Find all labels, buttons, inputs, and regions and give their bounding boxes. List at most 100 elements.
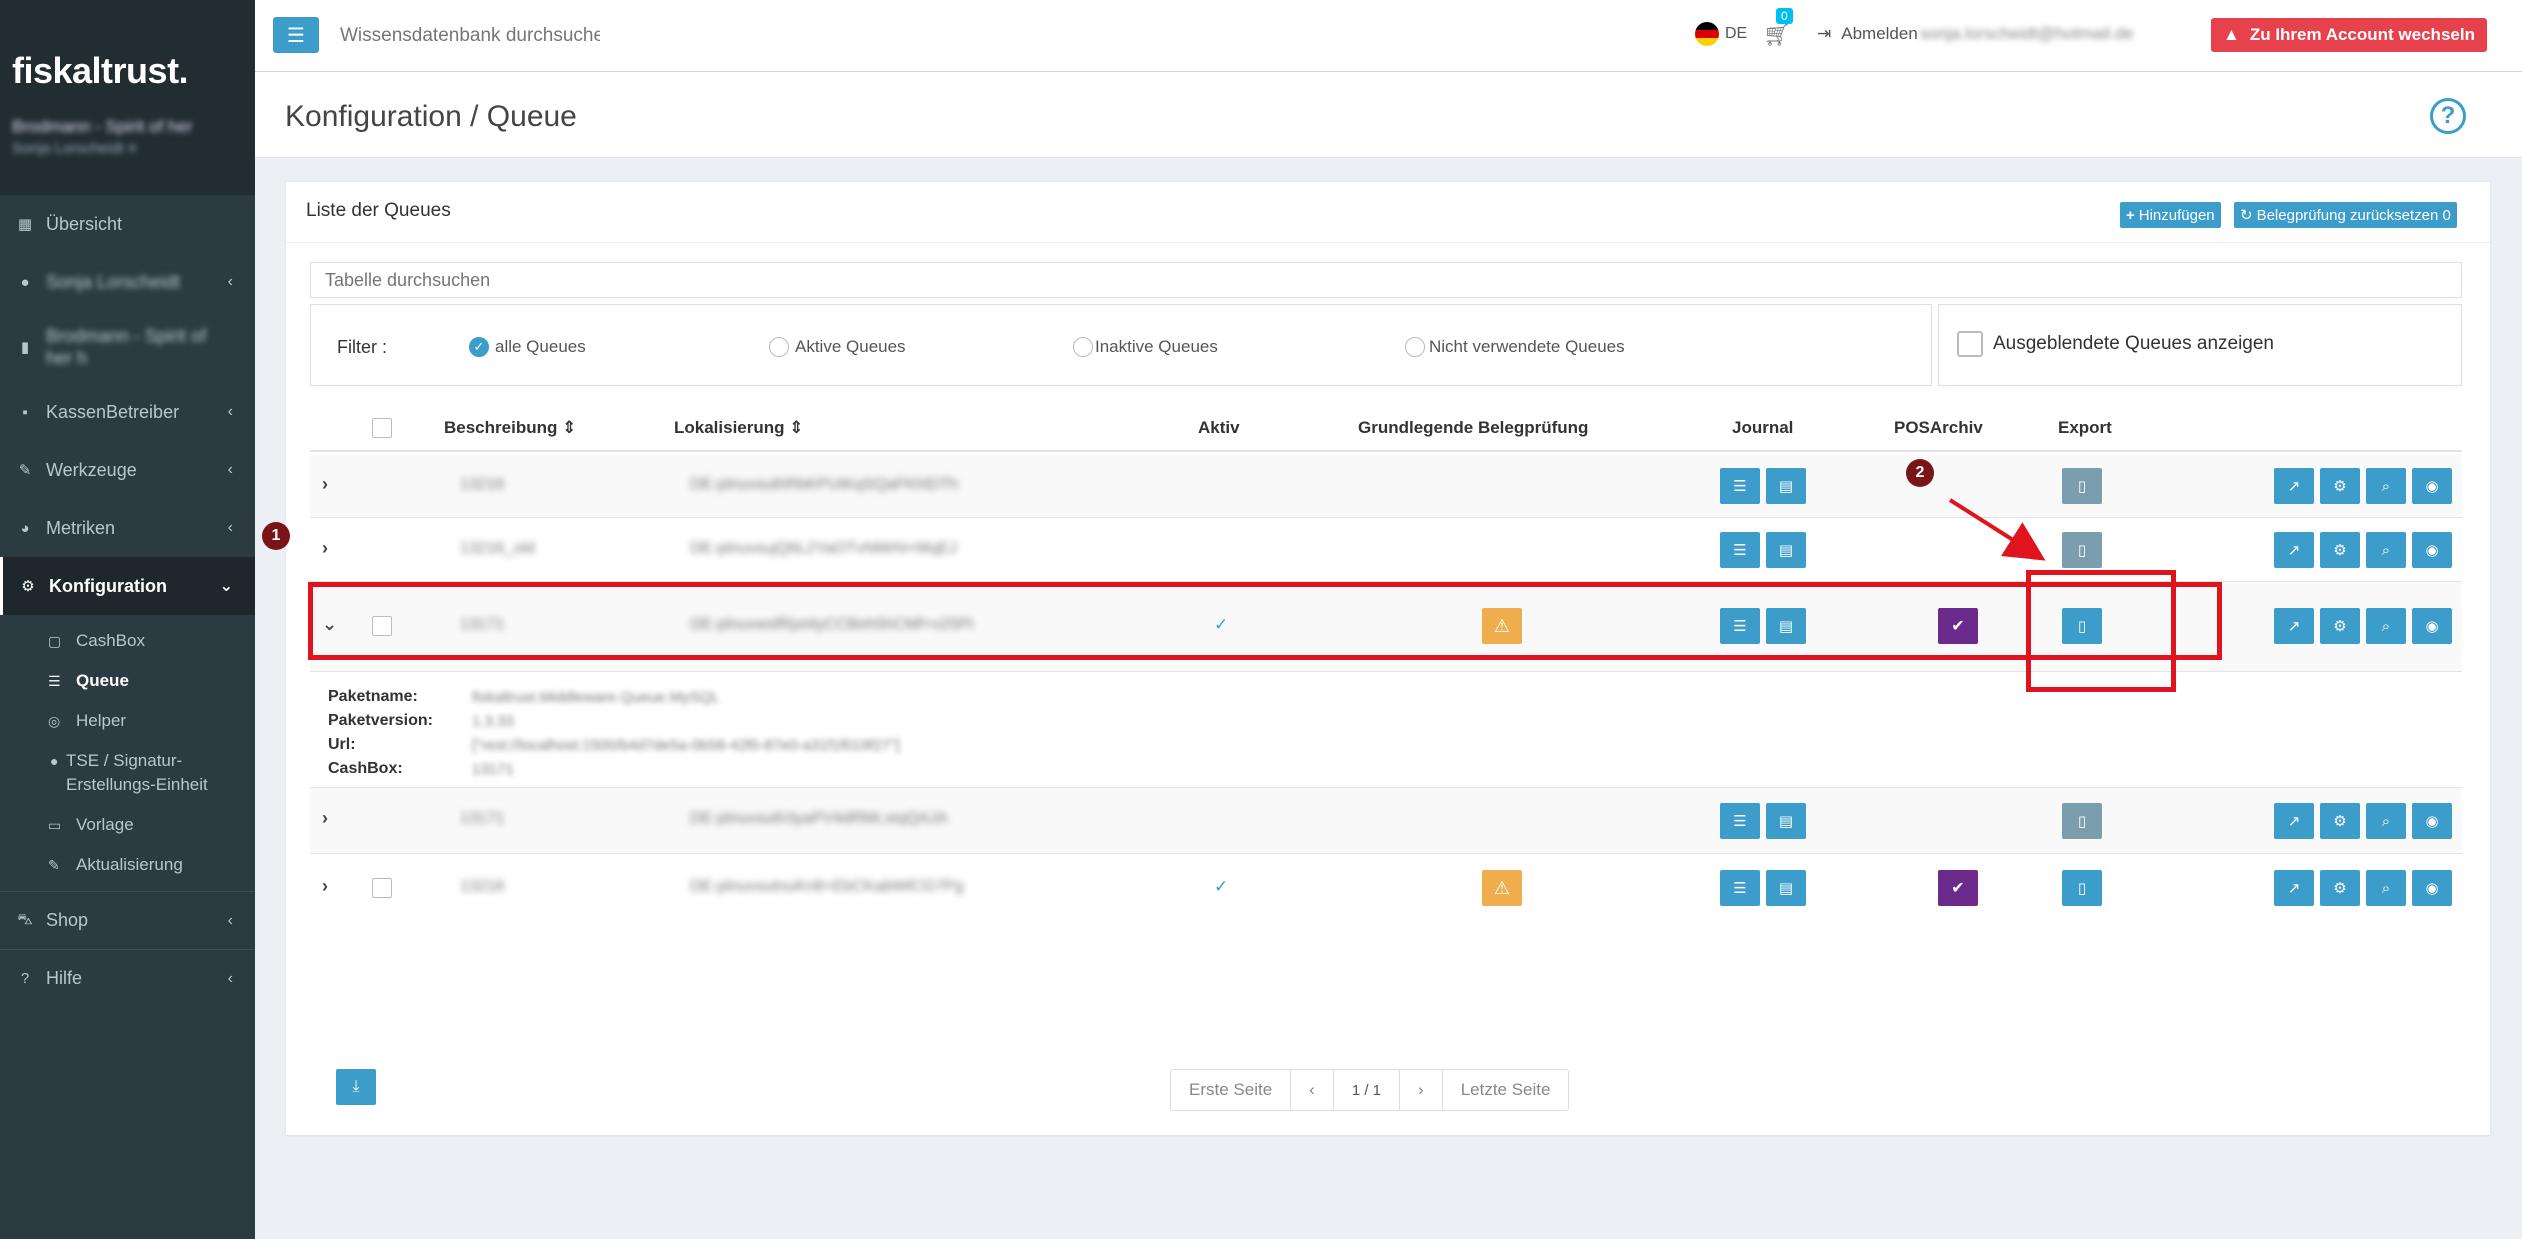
download-button[interactable]: ⤓ xyxy=(336,1069,376,1105)
previous-page-button[interactable]: ‹ xyxy=(1291,1070,1334,1110)
export-button[interactable]: ▯ xyxy=(2062,532,2102,568)
filter-unused-queues-radio[interactable]: Nicht verwendete Queues xyxy=(1405,337,1625,357)
lifebuoy-icon: ◎ xyxy=(48,713,61,729)
switch-account-button[interactable]: ▲ Zu Ihrem Account wechseln xyxy=(2211,18,2487,52)
building-icon: ▮ xyxy=(20,339,30,356)
search-button[interactable]: ⌕ xyxy=(2366,468,2406,504)
sidebar-item-shop[interactable]: ⛍ Shop ‹ xyxy=(0,891,255,949)
table-row[interactable]: › 13171 DE-plnuvsuth3yaPV4dRMt.xtqQAJA ☰… xyxy=(310,788,2462,854)
sidebar-subitem-cashbox[interactable]: ▢ CashBox xyxy=(0,621,255,661)
chevron-right-icon[interactable]: › xyxy=(322,876,328,897)
reset-receipt-check-label: Belegprüfung zurücksetzen 0 xyxy=(2256,206,2451,224)
search-button[interactable]: ⌕ xyxy=(2366,870,2406,906)
open-external-button[interactable]: ↗ xyxy=(2274,870,2314,906)
table-row[interactable]: › 13216 DE-plnuvsuthRbKPUtKqSQaFKhlDTh ☰… xyxy=(310,454,2462,518)
table-search-input[interactable] xyxy=(310,262,2462,298)
table-row[interactable]: › 13216 DE-plnuvsutnuKn8+EbCKabWlCG7Pg ✓… xyxy=(310,854,2462,922)
first-page-button[interactable]: Erste Seite xyxy=(1171,1070,1292,1110)
export-button[interactable]: ▯ xyxy=(2062,870,2102,906)
next-page-button[interactable]: › xyxy=(1400,1070,1443,1110)
journal-view-button[interactable]: ▤ xyxy=(1766,803,1806,839)
settings-button[interactable]: ⚙ xyxy=(2320,532,2360,568)
journal-list-button[interactable]: ☰ xyxy=(1720,532,1760,568)
filter-all-queues-radio[interactable]: ✓ alle Queues xyxy=(469,337,586,357)
cart-count-badge: 0 xyxy=(1776,8,1793,24)
hamburger-menu-button[interactable]: ☰ xyxy=(273,17,319,53)
sidebar-item-uebersicht[interactable]: ▦ Übersicht xyxy=(0,195,255,253)
logout-link[interactable]: ⇥ Abmelden sonja.lorscheidt@hotmail.de xyxy=(1817,24,2134,44)
brand-company: Brodmann - Spirit of her xyxy=(12,117,193,136)
sidebar-subitem-helper[interactable]: ◎ Helper xyxy=(0,701,255,741)
filter-active-queues-radio[interactable]: Aktive Queues xyxy=(769,337,906,357)
view-button[interactable]: ◉ xyxy=(2412,608,2452,644)
sidebar-item-kassenbetreiber[interactable]: ▪ KassenBetreiber ‹ xyxy=(0,383,255,441)
detail-label: Paketversion: xyxy=(328,712,433,729)
journal-view-button[interactable]: ▤ xyxy=(1766,870,1806,906)
row-checkbox[interactable] xyxy=(372,878,392,898)
last-page-button[interactable]: Letzte Seite xyxy=(1443,1070,1569,1110)
journal-list-button[interactable]: ☰ xyxy=(1720,870,1760,906)
sidebar-subitem-queue[interactable]: ☰ Queue xyxy=(0,661,255,701)
chevron-right-icon[interactable]: › xyxy=(322,808,328,829)
logout-label: Abmelden xyxy=(1841,24,1918,43)
reset-receipt-check-button[interactable]: ↻ Belegprüfung zurücksetzen 0 xyxy=(2234,202,2457,228)
settings-button[interactable]: ⚙ xyxy=(2320,803,2360,839)
sidebar-subitem-vorlage[interactable]: ▭ Vorlage xyxy=(0,805,255,845)
sidebar-subitem-aktualisierung[interactable]: ✎ Aktualisierung xyxy=(0,845,255,885)
settings-button[interactable]: ⚙ xyxy=(2320,870,2360,906)
sidebar-item-konfiguration[interactable]: ⚙ Konfiguration ⌄ xyxy=(0,557,255,615)
sidebar-item-hilfe[interactable]: ? Hilfe ‹ xyxy=(0,949,255,1007)
cell-beschreibung: 13216_old xyxy=(460,540,535,557)
sign-out-icon: ⇥ xyxy=(1817,24,1832,43)
receipt-check-warning-button[interactable]: ⚠ xyxy=(1482,870,1522,906)
column-header-lokalisierung[interactable]: Lokalisierung ⇕ xyxy=(674,418,804,438)
sidebar-item-label: Werkzeuge xyxy=(46,459,137,480)
gears-icon: ⚙ xyxy=(21,578,35,595)
posarchiv-check-button[interactable]: ✔ xyxy=(1938,870,1978,906)
sidebar-subitem-tse[interactable]: ● TSE / Signatur-Erstellungs-Einheit xyxy=(0,741,255,805)
select-all-checkbox[interactable] xyxy=(372,418,392,438)
open-external-button[interactable]: ↗ xyxy=(2274,608,2314,644)
file-icon: ▯ xyxy=(2077,478,2087,495)
chevron-right-icon[interactable]: › xyxy=(322,538,328,559)
language-selector[interactable]: DE xyxy=(1695,22,1747,46)
detail-label: Paketname: xyxy=(328,688,418,705)
show-hidden-queues-checkbox[interactable]: Ausgeblendete Queues anzeigen xyxy=(1957,331,2274,357)
journal-list-button[interactable]: ☰ xyxy=(1720,468,1760,504)
cart-icon[interactable]: 🛒︎ xyxy=(1763,22,1791,48)
annotation-badge-2: 2 xyxy=(1906,459,1934,487)
settings-button[interactable]: ⚙ xyxy=(2320,468,2360,504)
journal-view-button[interactable]: ▤ xyxy=(1766,532,1806,568)
sidebar-item-werkzeuge[interactable]: ✎ Werkzeuge ‹ xyxy=(0,441,255,499)
journal-view-button[interactable]: ▤ xyxy=(1766,468,1806,504)
sidebar-item-company[interactable]: ▮ Brodmann - Spirit of her h xyxy=(0,311,255,383)
sidebar-item-label: Hilfe xyxy=(46,968,83,988)
knowledge-base-search-input[interactable] xyxy=(340,20,600,52)
add-queue-button[interactable]: + Hinzufügen xyxy=(2120,202,2221,228)
export-button[interactable]: ▯ xyxy=(2062,468,2102,504)
help-icon[interactable]: ? xyxy=(2430,98,2466,134)
cell-beschreibung: 13216 xyxy=(460,878,505,895)
view-button[interactable]: ◉ xyxy=(2412,532,2452,568)
sidebar-item-label: Metriken xyxy=(46,517,116,538)
open-external-button[interactable]: ↗ xyxy=(2274,803,2314,839)
brand-logo[interactable]: fiskaltrust. xyxy=(12,50,255,92)
view-button[interactable]: ◉ xyxy=(2412,468,2452,504)
sidebar-item-metriken[interactable]: ◕ Metriken ‹ xyxy=(0,499,255,557)
settings-button[interactable]: ⚙ xyxy=(2320,608,2360,644)
detail-value: 13171 xyxy=(472,761,514,778)
open-external-button[interactable]: ↗ xyxy=(2274,468,2314,504)
filter-inactive-queues-radio[interactable]: Inaktive Queues xyxy=(1073,337,1218,357)
view-button[interactable]: ◉ xyxy=(2412,870,2452,906)
chevron-right-icon[interactable]: › xyxy=(322,474,328,495)
export-button[interactable]: ▯ xyxy=(2062,803,2102,839)
sidebar-item-user[interactable]: ● Sonja Lorscheidt ‹ xyxy=(0,253,255,311)
view-button[interactable]: ◉ xyxy=(2412,803,2452,839)
column-header-beschreibung[interactable]: Beschreibung ⇕ xyxy=(444,418,576,438)
search-button[interactable]: ⌕ xyxy=(2366,608,2406,644)
journal-list-button[interactable]: ☰ xyxy=(1720,803,1760,839)
search-button[interactable]: ⌕ xyxy=(2366,532,2406,568)
sidebar-subitem-label: TSE / Signatur-Erstellungs-Einheit xyxy=(66,751,208,794)
open-external-button[interactable]: ↗ xyxy=(2274,532,2314,568)
search-button[interactable]: ⌕ xyxy=(2366,803,2406,839)
